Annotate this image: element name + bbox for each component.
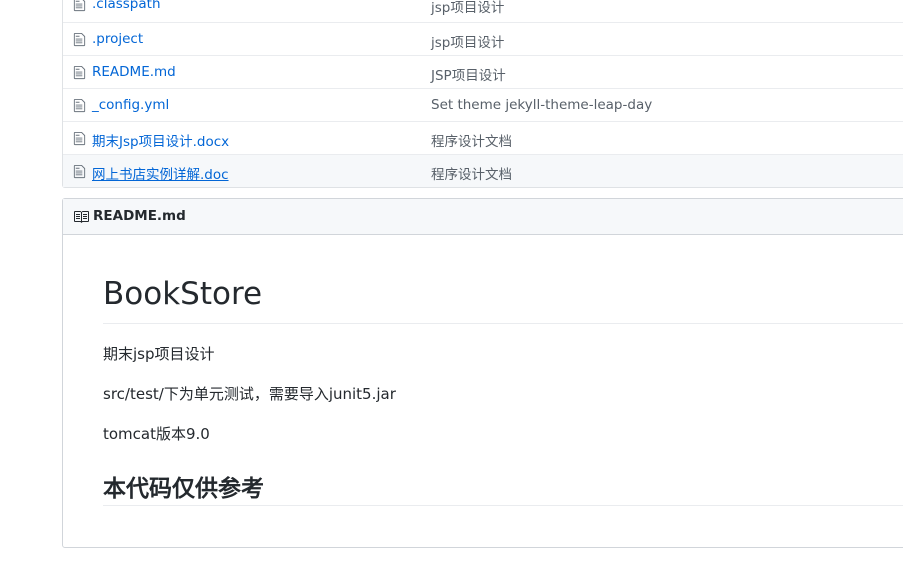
- subheading-divider: [103, 505, 903, 506]
- readme-paragraph: tomcat版本9.0: [103, 425, 210, 443]
- file-row[interactable]: .project jsp项目设计: [63, 22, 903, 55]
- file-text-icon: [73, 32, 86, 47]
- book-icon: [74, 211, 89, 223]
- file-name-link[interactable]: .project: [92, 31, 143, 47]
- readme-panel: README.md BookStore 期末jsp项目设计 src/test/下…: [62, 198, 903, 548]
- file-text-icon: [73, 98, 86, 113]
- file-row[interactable]: 网上书店实例详解.doc 程序设计文档: [63, 154, 903, 187]
- file-row[interactable]: _config.yml Set theme jekyll-theme-leap-…: [63, 88, 903, 121]
- file-name-link[interactable]: README.md: [92, 64, 176, 80]
- readme-heading: BookStore: [103, 276, 263, 312]
- file-text-icon: [73, 65, 86, 80]
- file-name-link[interactable]: .classpath: [92, 0, 161, 12]
- commit-message[interactable]: JSP项目设计: [431, 64, 506, 84]
- file-text-icon: [73, 0, 86, 12]
- readme-paragraph: 期末jsp项目设计: [103, 345, 215, 363]
- file-text-icon: [73, 164, 86, 179]
- file-row[interactable]: README.md JSP项目设计: [63, 55, 903, 88]
- readme-title: README.md: [93, 208, 186, 224]
- commit-message[interactable]: jsp项目设计: [431, 0, 504, 16]
- file-name-link[interactable]: _config.yml: [92, 97, 169, 113]
- heading-divider: [103, 323, 903, 324]
- file-name-link[interactable]: 期末Jsp项目设计.docx: [92, 130, 229, 150]
- readme-paragraph: src/test/下为单元测试，需要导入junit5.jar: [103, 385, 396, 403]
- commit-message[interactable]: 程序设计文档: [431, 163, 512, 183]
- file-row[interactable]: .classpath jsp项目设计: [63, 0, 903, 22]
- readme-subheading: 本代码仅供参考: [103, 475, 264, 502]
- readme-header: README.md: [63, 199, 903, 235]
- file-name-link[interactable]: 网上书店实例详解.doc: [92, 163, 229, 183]
- commit-message[interactable]: jsp项目设计: [431, 31, 504, 51]
- file-row[interactable]: 期末Jsp项目设计.docx 程序设计文档: [63, 121, 903, 154]
- file-list: .classpath jsp项目设计 .project jsp项目设计 READ…: [62, 0, 903, 188]
- commit-message[interactable]: Set theme jekyll-theme-leap-day: [431, 97, 652, 113]
- file-text-icon: [73, 131, 86, 146]
- commit-message[interactable]: 程序设计文档: [431, 130, 512, 150]
